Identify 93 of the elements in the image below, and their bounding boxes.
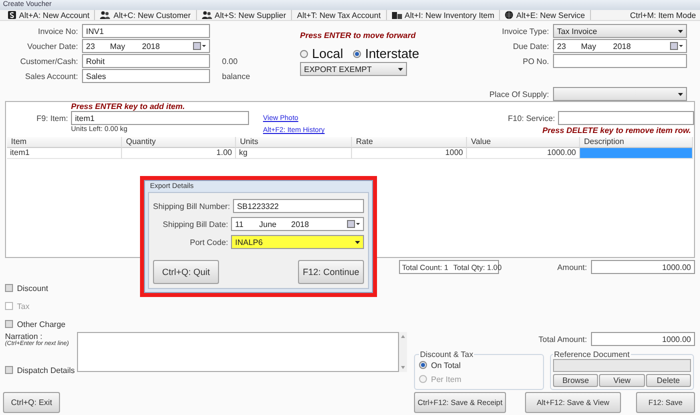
- field-label: F10: Service:: [506, 114, 555, 123]
- radio-label: Per Item: [431, 374, 462, 384]
- field-label: Place Of Supply:: [488, 90, 549, 98]
- checkbox[interactable]: [5, 284, 13, 292]
- text-field[interactable]: Rohit: [82, 54, 210, 68]
- hint-text: Press DELETE key to remove item row.: [541, 126, 691, 135]
- checkbox-label: Discount: [17, 284, 48, 292]
- field-label: Customer/Cash:: [19, 56, 78, 66]
- text-field[interactable]: SB1223322: [232, 199, 364, 213]
- radio-label: Interstate: [365, 46, 420, 61]
- toolbar-button[interactable]: Alt+S: New Supplier: [196, 10, 292, 20]
- text-field[interactable]: [553, 54, 687, 68]
- radio-button[interactable]: [300, 50, 308, 58]
- table-cell[interactable]: [580, 148, 693, 159]
- radio-label: Local: [312, 46, 344, 61]
- reference-button[interactable]: Delete: [646, 374, 691, 387]
- date-field[interactable]: 11 June 2018: [231, 217, 364, 231]
- text-field[interactable]: [558, 111, 694, 125]
- column-header[interactable]: Quantity: [122, 137, 236, 148]
- dropdown[interactable]: EXPORT EXEMPT: [300, 62, 407, 76]
- field-label: Invoice No:: [36, 26, 78, 36]
- scrollbar[interactable]: [399, 332, 407, 372]
- checkbox[interactable]: [5, 366, 13, 374]
- people-icon: [202, 11, 212, 19]
- date-field[interactable]: 23 May 2018: [553, 39, 687, 53]
- balance-text: balance: [222, 72, 250, 80]
- reference-button[interactable]: Browse: [553, 374, 598, 387]
- exit-button[interactable]: Ctrl+Q: Exit: [3, 392, 60, 413]
- people-icon: [100, 11, 110, 19]
- field-label: Port Code:: [188, 238, 228, 246]
- group-title: Reference Document: [553, 350, 631, 359]
- radio-button[interactable]: [419, 361, 427, 369]
- radio-button[interactable]: [353, 50, 362, 58]
- text-field[interactable]: INV1: [82, 24, 210, 38]
- toolbar-button[interactable]: Alt+C: New Customer: [95, 10, 197, 20]
- table-cell: 1.00: [122, 148, 236, 159]
- table-cell: 1000: [352, 148, 467, 159]
- text-field[interactable]: item1: [71, 111, 249, 125]
- toolbar-button[interactable]: Alt+T: New Tax Account: [292, 10, 387, 20]
- scroll-up-icon[interactable]: [401, 335, 405, 338]
- balance-text: 0.00: [222, 56, 238, 66]
- column-header[interactable]: Value: [467, 137, 580, 148]
- calendar-icon[interactable]: [193, 42, 206, 50]
- table-cell: item1: [7, 148, 122, 159]
- checkbox-label: Dispatch Details: [17, 366, 75, 374]
- dialog-button[interactable]: Ctrl+Q: Quit: [153, 260, 219, 284]
- scroll-down-icon[interactable]: [401, 366, 405, 369]
- field-label: PO No.: [522, 56, 549, 66]
- caret-icon: [678, 92, 683, 96]
- amount-field: 1000.00: [591, 332, 695, 346]
- field-label: Shipping Bill Date:: [162, 220, 228, 228]
- narration-field[interactable]: [77, 332, 399, 372]
- field-label: Total Amount:: [538, 334, 587, 344]
- caret-icon: [398, 68, 403, 70]
- field-label: Amount:: [557, 262, 587, 272]
- toolbar-button[interactable]: Alt+A: New Account: [3, 10, 96, 20]
- caret-icon: [355, 240, 360, 244]
- checkbox[interactable]: [5, 320, 13, 328]
- dropdown[interactable]: [553, 87, 687, 101]
- shortcut-label: Ctrl+M: Item Mode: [630, 10, 696, 20]
- field-label: Shipping Bill Number:: [153, 202, 230, 210]
- field-label: F9: Item:: [35, 114, 68, 123]
- checkbox-label: Other Charge: [17, 320, 66, 328]
- toolbar-button[interactable]: Alt+E: New Service: [500, 10, 591, 20]
- field-label: Due Date:: [512, 42, 549, 50]
- hint-text: Press ENTER to move forward: [300, 31, 416, 40]
- amount-field: 1000.00: [591, 260, 695, 274]
- date-field[interactable]: 23 May 2018: [82, 39, 210, 53]
- column-header[interactable]: Rate: [352, 137, 467, 148]
- field-label: Narration :: [5, 332, 42, 341]
- column-header[interactable]: Units: [236, 137, 352, 148]
- text-field[interactable]: Sales: [82, 69, 210, 83]
- calendar-icon[interactable]: [670, 42, 683, 50]
- reference-button[interactable]: View: [599, 374, 645, 387]
- field-label: Voucher Date:: [26, 42, 78, 50]
- column-header[interactable]: Description: [580, 137, 693, 148]
- checkbox-label: Tax: [17, 302, 30, 310]
- dropdown[interactable]: INALP6: [231, 235, 364, 249]
- field-label: Sales Account:: [24, 72, 78, 80]
- hint-text: Press ENTER key to add item.: [71, 103, 186, 111]
- toolbar-button[interactable]: Alt+I: New Inventory Item: [386, 10, 500, 20]
- boxes-icon: [392, 11, 402, 19]
- caret-icon: [678, 30, 683, 32]
- group-title: Discount & Tax: [419, 350, 474, 359]
- column-header[interactable]: Item: [7, 137, 122, 148]
- dropdown[interactable]: Tax Invoice: [553, 24, 687, 38]
- globe-icon: [505, 11, 514, 19]
- table-cell: 1000.00: [467, 148, 580, 159]
- file-path-field[interactable]: [553, 359, 691, 372]
- dialog-button[interactable]: F12: Continue: [298, 260, 364, 284]
- radio-label: On Total: [431, 360, 461, 370]
- table-cell: kg: [236, 148, 352, 159]
- calendar-icon[interactable]: [347, 220, 360, 228]
